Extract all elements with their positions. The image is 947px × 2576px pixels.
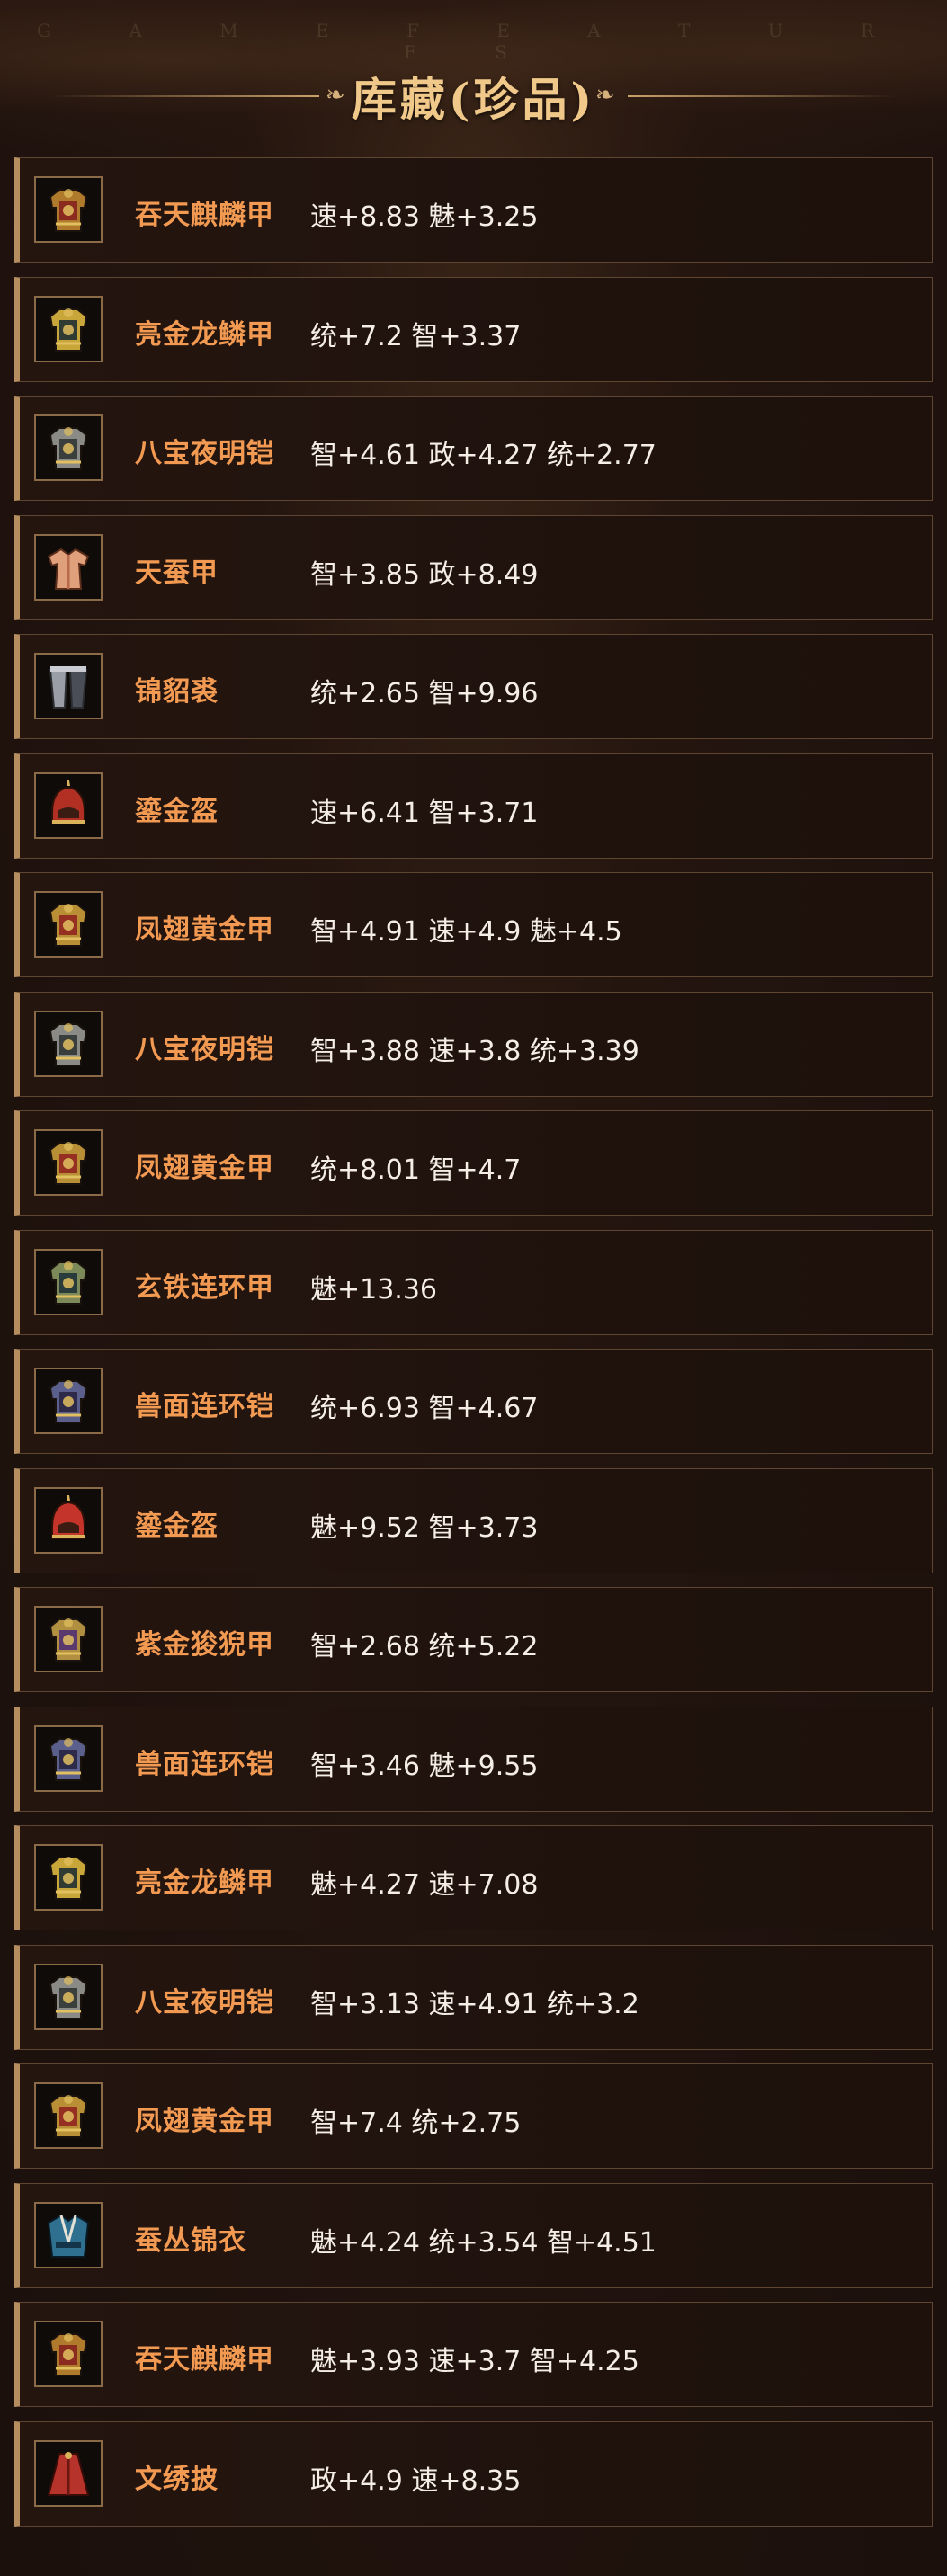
item-name: 锦貂裘 [135,676,219,708]
header-divider-right [628,95,898,97]
item-stats: 智+4.91 速+4.9 魅+4.5 [310,916,622,948]
item-name: 亮金龙鳞甲 [135,318,274,351]
item-row[interactable]: 紫金狻猊甲 智+2.68 统+5.22 [14,1587,933,1692]
item-stats: 魅+4.27 速+7.08 [310,1869,539,1901]
item-stats: 政+4.9 速+8.35 [310,2465,522,2497]
item-stats: 智+2.68 统+5.22 [310,1631,539,1662]
beast-armor-icon [34,1368,103,1434]
item-stats: 速+6.41 智+3.71 [310,797,539,829]
purple-gold-armor-icon [34,1606,103,1672]
item-stats: 智+3.46 魅+9.55 [310,1750,539,1782]
item-name: 鎏金盔 [135,1510,219,1542]
item-list: 吞天麒麟甲 速+8.83 魅+3.25 亮金龙鳞甲 统+7.2 智+3.37 八宝夜明铠… [14,157,933,2540]
section-header: ❧ 库藏(珍品) ❧ [0,59,947,131]
item-name: 八宝夜明铠 [135,1033,274,1065]
item-name: 鎏金盔 [135,795,219,827]
item-name: 八宝夜明铠 [135,1986,274,2019]
iron-chain-armor-icon [34,1248,103,1315]
gold-red-armor-icon [34,891,103,958]
item-name: 天蚕甲 [135,557,219,589]
item-row[interactable]: 兽面连环铠 智+3.46 魅+9.55 [14,1706,933,1812]
item-name: 紫金狻猊甲 [135,1629,274,1661]
item-row[interactable]: 文绣披 政+4.9 速+8.35 [14,2420,933,2527]
ornament-right-icon: ❧ [595,82,615,109]
item-row[interactable]: 八宝夜明铠 智+4.61 政+4.27 统+2.77 [14,396,933,501]
item-name: 兽面连环铠 [135,1748,274,1780]
item-name: 八宝夜明铠 [135,438,274,469]
item-stats: 统+7.2 智+3.37 [310,320,522,352]
item-row[interactable]: 玄铁连环甲 魅+13.36 [14,1229,933,1335]
item-row[interactable]: 亮金龙鳞甲 统+7.2 智+3.37 [14,276,933,382]
item-stats: 智+4.61 政+4.27 统+2.77 [310,440,657,471]
item-stats: 魅+13.36 [310,1273,438,1306]
item-stats: 智+3.88 速+3.8 统+3.39 [310,1035,639,1067]
fur-coat-icon [34,653,103,719]
item-row[interactable]: 天蚕甲 智+3.85 政+8.49 [14,514,933,620]
item-name: 亮金龙鳞甲 [135,1867,274,1899]
item-row[interactable]: 亮金龙鳞甲 魅+4.27 速+7.08 [14,1825,933,1930]
item-stats: 魅+9.52 智+3.73 [310,1511,539,1544]
item-name: 吞天麒麟甲 [135,200,274,231]
silver-armor-icon [34,414,103,481]
item-row[interactable]: 鎏金盔 速+6.41 智+3.71 [14,753,933,859]
item-name: 兽面连环铠 [135,1391,274,1422]
item-name: 凤翅黄金甲 [135,1153,274,1184]
item-stats: 智+7.4 统+2.75 [310,2108,522,2139]
helmet-icon [34,771,103,839]
item-stats: 统+8.01 智+4.7 [310,1154,522,1186]
item-name: 凤翅黄金甲 [135,914,274,946]
item-stats: 智+3.85 政+8.49 [310,558,539,591]
gold-red-armor-icon [34,1129,103,1196]
item-row[interactable]: 吞天麒麟甲 魅+3.93 速+3.7 智+4.25 [14,2302,933,2407]
gold-red-armor-icon [34,176,103,243]
item-stats: 速+8.83 魅+3.25 [310,201,539,233]
item-row[interactable]: 凤翅黄金甲 智+4.91 速+4.9 魅+4.5 [14,872,933,977]
cape-icon [34,2439,103,2507]
item-row[interactable]: 鎏金盔 魅+9.52 智+3.73 [14,1467,933,1573]
silk-robe-icon [34,533,103,601]
silver-armor-icon [34,1963,103,2030]
item-row[interactable]: 蚕丛锦衣 魅+4.24 统+3.54 智+4.51 [14,2182,933,2288]
item-stats: 魅+4.24 统+3.54 智+4.51 [310,2226,657,2259]
item-stats: 魅+3.93 速+3.7 智+4.25 [310,2346,639,2377]
item-name: 文绣披 [135,2463,219,2495]
item-stats: 统+6.93 智+4.67 [310,1393,539,1424]
beast-armor-icon [34,1725,103,1792]
header-watermark: G A M E F E A T U R E S [37,20,910,63]
item-row[interactable]: 兽面连环铠 统+6.93 智+4.67 [14,1349,933,1454]
item-name: 玄铁连环甲 [135,1271,274,1304]
brocade-robe-icon [34,2201,103,2268]
silver-armor-icon [34,1010,103,1077]
item-stats: 统+2.65 智+9.96 [310,678,539,709]
item-row[interactable]: 凤翅黄金甲 统+8.01 智+4.7 [14,1110,933,1216]
gold-red-armor-icon [34,2321,103,2387]
helmet-icon [34,1486,103,1554]
item-row[interactable]: 锦貂裘 统+2.65 智+9.96 [14,634,933,739]
item-name: 吞天麒麟甲 [135,2344,274,2375]
item-row[interactable]: 凤翅黄金甲 智+7.4 统+2.75 [14,2063,933,2169]
item-row[interactable]: 八宝夜明铠 智+3.88 速+3.8 统+3.39 [14,991,933,1097]
gold-red-armor-icon [34,2082,103,2149]
item-row[interactable]: 吞天麒麟甲 速+8.83 魅+3.25 [14,157,933,263]
item-name: 凤翅黄金甲 [135,2106,274,2137]
item-row[interactable]: 八宝夜明铠 智+3.13 速+4.91 统+3.2 [14,1944,933,2050]
gold-dragon-armor-icon [34,1844,103,1911]
item-name: 蚕丛锦衣 [135,2224,246,2257]
item-stats: 智+3.13 速+4.91 统+3.2 [310,1988,639,2020]
gold-dragon-armor-icon [34,295,103,362]
